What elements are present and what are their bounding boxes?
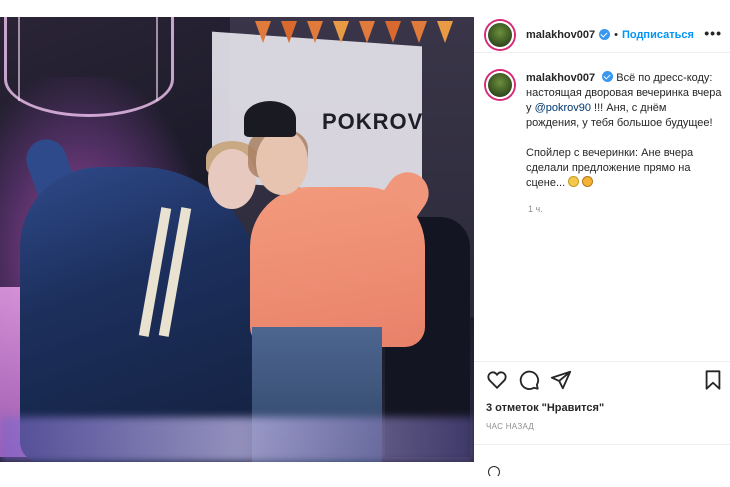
photo-man-cap [244,101,296,137]
caption-block: malakhov007 Всё по дресс-коду: настоящая… [486,71,726,191]
photo-floor-light [0,417,474,462]
emoji-scream-icon [582,176,594,187]
post-time[interactable]: ЧАС НАЗАД [486,422,534,431]
photo-sign-text: POKROV [322,109,424,134]
more-options-icon[interactable]: ••• [704,25,722,41]
username-link[interactable]: malakhov007 [526,29,595,41]
divider [474,361,730,362]
verified-badge-icon [599,29,611,40]
divider [474,444,730,445]
instagram-post: POKROV malakhov007 • Подписаться ••• mal… [0,17,730,462]
photo-man-face [256,129,308,195]
heart-icon[interactable] [486,369,508,391]
caption-timestamp[interactable]: 1 ч. [528,204,543,214]
photo-lamp-wires [18,17,158,101]
avatar[interactable] [486,20,514,49]
likes-count[interactable]: 3 отметок "Нравится" [486,402,604,414]
post-photo[interactable]: POKROV [0,17,474,462]
action-bar [486,369,724,393]
verified-badge-icon [602,71,614,82]
emoji-icon[interactable] [488,466,500,478]
follow-button[interactable]: Подписаться [622,29,694,41]
photo-bunting-flags [245,17,474,77]
emoji-ring-icon [568,176,580,187]
separator-dot: • [614,28,618,41]
save-icon[interactable] [702,369,724,391]
comment-icon[interactable] [518,369,540,391]
share-icon[interactable] [550,369,572,391]
mention-link[interactable]: @pokrov90 [535,102,591,114]
post-header: malakhov007 • Подписаться ••• [474,17,730,53]
photo-man-sweatshirt [250,187,425,347]
caption-avatar[interactable] [486,71,514,99]
caption-text: malakhov007 Всё по дресс-коду: настоящая… [526,71,722,191]
caption-paragraph-2: Спойлер с вечеринки: Ане вчера сделали п… [526,147,694,189]
caption-username[interactable]: malakhov007 [526,72,595,84]
post-sidebar: malakhov007 • Подписаться ••• malakhov00… [474,17,730,462]
